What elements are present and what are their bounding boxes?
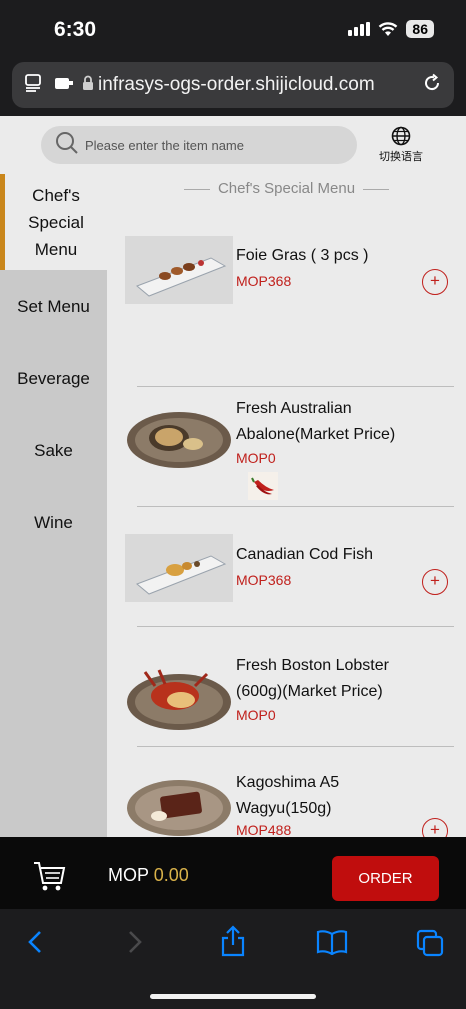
status-time: 6:30 [54, 18, 97, 41]
menu-list: Chef's Special Menu Foie Gras ( 3 pcs ) … [107, 174, 466, 837]
cart-amount: 0.00 [153, 865, 189, 885]
add-to-cart-button[interactable]: + [422, 818, 448, 837]
add-to-cart-button[interactable]: + [422, 569, 448, 595]
chili-icon [248, 472, 278, 500]
battery-icon: 86 [406, 20, 434, 38]
divider-line [363, 188, 390, 190]
item-divider [137, 386, 454, 387]
menu-item[interactable]: Fresh Australian Abalone(Market Price) M… [125, 396, 454, 506]
search-icon [55, 131, 79, 160]
search-input[interactable] [85, 137, 325, 153]
dish-name: Kagoshima A5 Wagyu(150g) [236, 774, 340, 817]
dish-name: Fresh Boston Lobster (600g)(Market Price… [236, 657, 389, 700]
section-title: Chef's Special Menu [217, 180, 356, 197]
address-bar-icons [24, 73, 74, 98]
dish-name: Fresh Australian Abalone(Market Price) [236, 400, 396, 443]
back-icon[interactable] [26, 929, 44, 960]
cart-bar: MOP 0.00 ORDER [0, 837, 466, 909]
sidebar-item-wine[interactable]: Wine [0, 486, 107, 558]
dish-name: Canadian Cod Fish [236, 546, 373, 563]
url-text: infrasys-ogs-order.shijicloud.com [98, 74, 375, 95]
sidebar-item-set-menu[interactable]: Set Menu [0, 270, 107, 342]
search-row: 切换语言 [0, 116, 466, 174]
language-switch-button[interactable]: 切换语言 [374, 126, 428, 164]
dish-price: MOP368 [236, 273, 292, 289]
reader-icon[interactable] [24, 73, 44, 98]
language-label: 切换语言 [379, 151, 423, 163]
wifi-icon [378, 21, 398, 37]
order-button[interactable]: ORDER [332, 856, 439, 901]
dish-image [125, 534, 233, 602]
dish-image [125, 774, 233, 837]
extension-icon[interactable] [54, 73, 74, 98]
menu-item[interactable]: Fresh Boston Lobster (600g)(Market Price… [125, 636, 454, 746]
divider-line [183, 188, 210, 190]
dish-price: MOP488 [236, 822, 292, 837]
menu-item[interactable]: Canadian Cod Fish MOP368 + [125, 534, 454, 624]
dish-name: Foie Gras ( 3 pcs ) [236, 247, 369, 264]
reload-icon[interactable] [422, 73, 442, 98]
globe-icon [374, 126, 428, 146]
cart-icon[interactable] [32, 859, 66, 898]
cart-currency: MOP [108, 865, 149, 885]
status-bar: 6:30 86 [0, 0, 466, 58]
sidebar-item-chefs-special[interactable]: Chef's Special Menu [0, 174, 107, 270]
tabs-icon[interactable] [416, 929, 444, 962]
status-icons: 86 [348, 20, 434, 38]
item-divider [137, 626, 454, 627]
category-sidebar: Chef's Special Menu Set Menu Beverage Sa… [0, 174, 107, 837]
browser-address-area: infrasys-ogs-order.shijicloud.com [0, 58, 466, 116]
bookmarks-icon[interactable] [316, 929, 348, 960]
dish-price: MOP0 [236, 707, 276, 723]
signal-icon [348, 22, 371, 36]
forward-icon[interactable] [126, 929, 144, 960]
lock-icon [82, 75, 94, 96]
dish-image [125, 666, 233, 734]
sidebar-item-sake[interactable]: Sake [0, 414, 107, 486]
dish-image [125, 236, 233, 304]
home-indicator [150, 994, 316, 999]
section-header: Chef's Special Menu [107, 180, 466, 197]
menu-item[interactable]: Foie Gras ( 3 pcs ) MOP368 + [125, 236, 454, 336]
ordering-page: 切换语言 Chef's Special Menu Set Menu Bevera… [0, 116, 466, 837]
item-divider [137, 506, 454, 507]
cart-total: MOP 0.00 [108, 865, 189, 886]
menu-item[interactable]: Kagoshima A5 Wagyu(150g) MOP488 + [125, 756, 454, 837]
address-bar[interactable]: infrasys-ogs-order.shijicloud.com [12, 62, 454, 108]
search-box[interactable] [41, 126, 357, 164]
dish-price: MOP0 [236, 450, 276, 466]
share-icon[interactable] [220, 925, 246, 962]
dish-price: MOP368 [236, 572, 292, 588]
item-divider [137, 746, 454, 747]
sidebar-item-beverage[interactable]: Beverage [0, 342, 107, 414]
dish-image [125, 404, 233, 472]
browser-toolbar [0, 909, 466, 1009]
add-to-cart-button[interactable]: + [422, 269, 448, 295]
